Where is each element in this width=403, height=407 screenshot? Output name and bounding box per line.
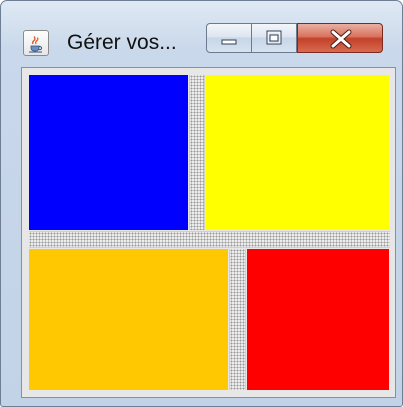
horizontal-split-divider[interactable] <box>29 231 390 248</box>
window-title: Gérer vos... <box>67 31 177 54</box>
blue-panel <box>29 75 188 230</box>
vertical-split-divider-bottom[interactable] <box>229 249 246 390</box>
close-icon <box>330 29 352 49</box>
title-bar[interactable]: Gérer vos... <box>1 1 402 61</box>
java-cup-icon[interactable] <box>23 30 49 56</box>
app-window: Gérer vos... <box>0 0 403 407</box>
content-pane <box>21 67 396 398</box>
vertical-split-divider-top[interactable] <box>189 75 205 230</box>
orange-panel <box>29 249 228 390</box>
close-button[interactable] <box>297 23 383 53</box>
maximize-icon <box>266 30 282 45</box>
yellow-panel <box>206 75 389 230</box>
minimize-button[interactable] <box>206 23 252 53</box>
maximize-button[interactable] <box>252 23 297 53</box>
red-panel <box>247 249 389 390</box>
minimize-icon <box>221 39 237 45</box>
